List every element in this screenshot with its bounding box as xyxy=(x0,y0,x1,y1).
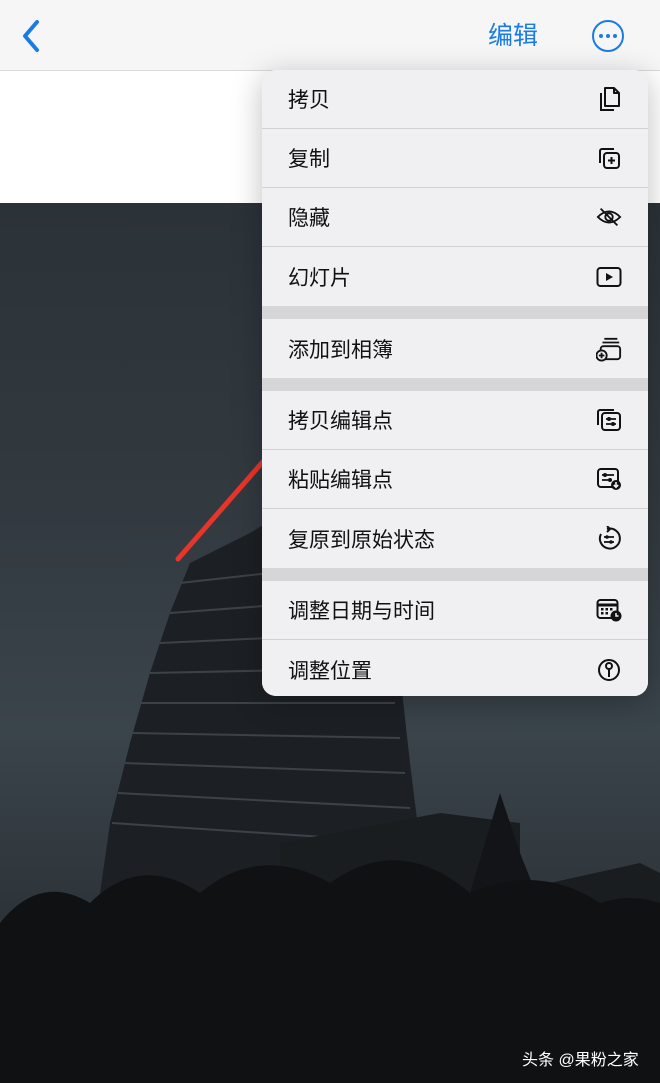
copy-icon xyxy=(596,86,622,112)
add-to-album-icon xyxy=(596,336,622,362)
menu-item-copy-edits[interactable]: 拷贝编辑点 xyxy=(262,391,648,450)
menu-group-adjust: 调整日期与时间 调整位置 xyxy=(262,581,648,696)
menu-item-add-to-album[interactable]: 添加到相簿 xyxy=(262,319,648,378)
menu-group-album: 添加到相簿 xyxy=(262,319,648,378)
location-pin-icon xyxy=(596,657,622,683)
calendar-clock-icon xyxy=(596,597,622,623)
play-rectangle-icon xyxy=(596,264,622,290)
menu-separator xyxy=(262,568,648,581)
revert-icon xyxy=(596,525,622,552)
menu-separator xyxy=(262,306,648,319)
more-options-button[interactable] xyxy=(592,20,624,52)
menu-item-adjust-date-time[interactable]: 调整日期与时间 xyxy=(262,581,648,640)
edit-button[interactable]: 编辑 xyxy=(488,18,538,54)
context-menu: 拷贝 复制 隐藏 幻灯片 添加到相簿 拷贝编辑点 粘贴编辑点 复原到原始状态 调… xyxy=(262,70,648,696)
menu-item-paste-edits[interactable]: 粘贴编辑点 xyxy=(262,450,648,509)
ellipsis-circle-icon xyxy=(599,34,603,38)
menu-item-slideshow[interactable]: 幻灯片 xyxy=(262,247,648,306)
duplicate-icon xyxy=(596,145,622,171)
menu-group-basic: 拷贝 复制 隐藏 幻灯片 xyxy=(262,70,648,306)
eye-slash-icon xyxy=(596,204,622,230)
menu-item-adjust-location[interactable]: 调整位置 xyxy=(262,640,648,696)
menu-item-copy[interactable]: 拷贝 xyxy=(262,70,648,129)
menu-group-edits: 拷贝编辑点 粘贴编辑点 复原到原始状态 xyxy=(262,391,648,568)
back-button[interactable] xyxy=(14,16,48,56)
navigation-bar: 编辑 xyxy=(0,0,660,71)
menu-item-duplicate[interactable]: 复制 xyxy=(262,129,648,188)
copy-edits-icon xyxy=(596,407,622,433)
paste-edits-icon xyxy=(596,466,622,492)
menu-item-hide[interactable]: 隐藏 xyxy=(262,188,648,247)
menu-separator xyxy=(262,378,648,391)
chevron-left-icon xyxy=(23,20,39,52)
menu-item-revert[interactable]: 复原到原始状态 xyxy=(262,509,648,568)
watermark: 头条 @果粉之家 xyxy=(522,1052,639,1069)
